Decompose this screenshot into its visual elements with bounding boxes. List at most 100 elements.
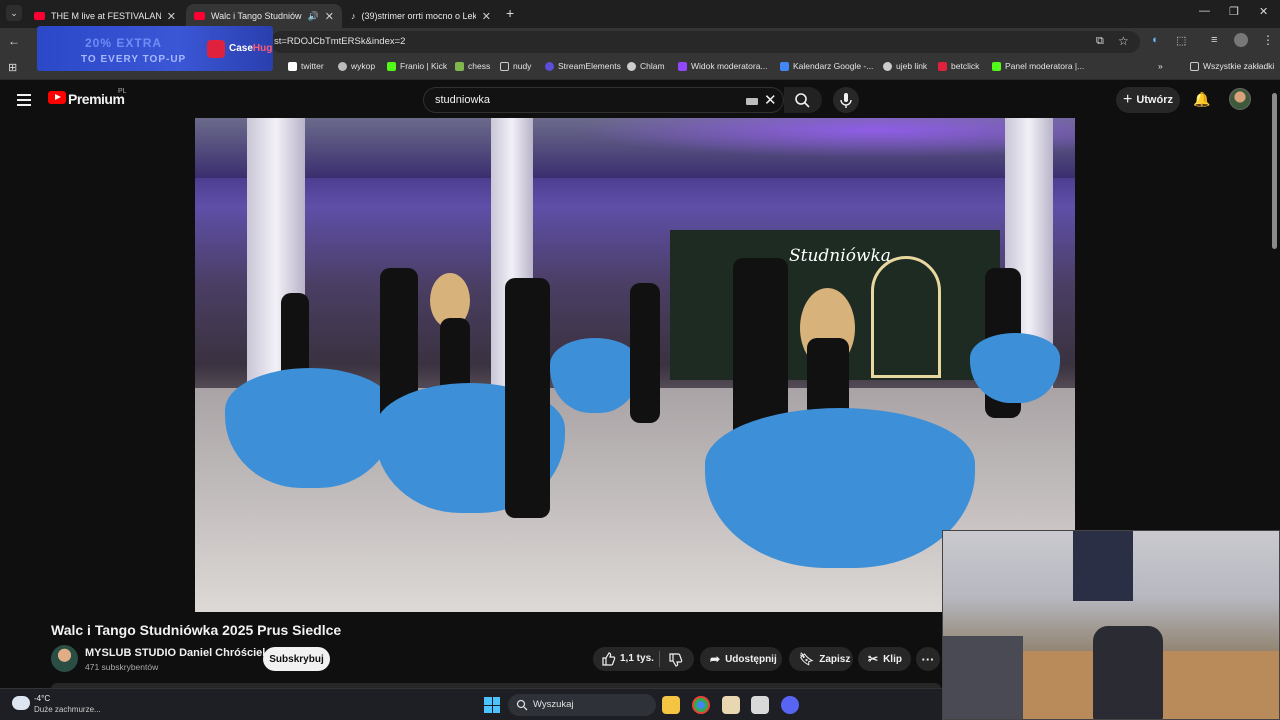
voice-search-button[interactable] xyxy=(833,87,859,113)
taskbar-search[interactable]: Wyszukaj xyxy=(508,694,656,716)
bookmarks-overflow-chevron-icon[interactable]: » xyxy=(1158,61,1163,71)
webcam-scene-desk xyxy=(943,636,1023,719)
apps-grid-icon[interactable]: ⊞ xyxy=(8,61,17,74)
like-count[interactable]: 1,1 tys. xyxy=(620,653,654,664)
bookmark-label: StreamElements xyxy=(558,61,621,71)
weather-cloud-icon[interactable] xyxy=(12,696,30,710)
install-app-icon[interactable]: ⧉ xyxy=(1096,35,1104,48)
profile-icon[interactable] xyxy=(1234,33,1248,47)
ad-subline: TO EVERY TOP-UP xyxy=(81,54,187,65)
tab-3[interactable]: ♪ (39)strimer orrti mocno o Leka ✕ xyxy=(343,4,499,28)
like-dislike-segment: 1,1 tys. xyxy=(593,647,694,671)
kick-icon xyxy=(387,61,396,71)
youtube-brand[interactable]: Premium xyxy=(68,91,125,107)
bookmark-kick-mod[interactable]: Panel moderatora |... xyxy=(992,61,1084,71)
tiktok-favicon-icon: ♪ xyxy=(351,11,356,21)
globe-icon xyxy=(627,61,636,71)
chrome-icon[interactable] xyxy=(692,696,710,714)
app-icon[interactable] xyxy=(751,696,769,714)
bookmark-kick[interactable]: Franio | Kick xyxy=(387,61,447,71)
back-arrow-icon[interactable]: ← xyxy=(8,34,20,48)
twitch-icon xyxy=(678,61,687,71)
audio-playing-icon[interactable]: 🔊 xyxy=(308,11,319,22)
scrollbar-thumb[interactable] xyxy=(1272,93,1277,249)
bookmark-label: ujeb link xyxy=(896,61,928,71)
x-logo-icon xyxy=(288,61,297,71)
bookmark-wykop[interactable]: wykop xyxy=(338,61,375,71)
weather-description[interactable]: Duże zachmurze... xyxy=(34,705,101,714)
bookmark-label: twitter xyxy=(301,61,324,71)
thumbs-up-icon[interactable] xyxy=(600,651,616,667)
clear-search-icon[interactable]: ✕ xyxy=(764,91,777,109)
search-box[interactable]: studniowka ✕ xyxy=(423,87,784,113)
windows-start-icon[interactable] xyxy=(484,697,500,713)
plus-icon: + xyxy=(1122,91,1133,108)
tab-close-icon[interactable]: ✕ xyxy=(167,10,176,23)
new-tab-plus-icon[interactable]: + xyxy=(506,5,514,21)
share-button[interactable]: ➦ Udostępnij xyxy=(700,647,782,671)
bookmark-label: Panel moderatora |... xyxy=(1005,61,1085,71)
bookmark-label: Widok moderatora... xyxy=(691,61,768,71)
playlist-icon[interactable]: ≡ xyxy=(1211,34,1217,46)
bookmark-chlam[interactable]: Chlam xyxy=(627,61,665,71)
channel-avatar[interactable] xyxy=(51,645,78,672)
youtube-logo-icon[interactable] xyxy=(48,91,66,104)
address-bar[interactable]: st=RDOJCbTmtERSk&index=2 ⧉ ☆ xyxy=(270,31,1140,53)
share-label: Udostępnij xyxy=(725,653,777,665)
puzzle-icon[interactable]: ⬚ xyxy=(1176,34,1186,47)
account-avatar[interactable] xyxy=(1229,88,1251,110)
casehug-logo-icon xyxy=(207,40,225,58)
bookmark-streamelements[interactable]: StreamElements xyxy=(545,61,621,71)
extension-icon[interactable]: ◖ xyxy=(1151,34,1158,46)
subscribe-button[interactable]: Subskrybuj xyxy=(263,647,330,671)
bookmark-ujeb-link[interactable]: ujeb link xyxy=(883,61,927,71)
microphone-icon xyxy=(840,93,852,108)
file-explorer-icon[interactable] xyxy=(662,696,680,714)
kebab-menu-icon[interactable]: ⋮ xyxy=(1262,33,1274,47)
region-code: PL xyxy=(118,88,127,95)
close-window-icon[interactable]: ✕ xyxy=(1259,5,1268,18)
bookmark-label: wykop xyxy=(351,61,376,71)
notifications-bell-icon[interactable]: 🔔 xyxy=(1193,91,1210,108)
thumbs-down-icon[interactable] xyxy=(667,652,683,668)
search-input[interactable]: studniowka xyxy=(435,94,490,106)
weather-temperature[interactable]: -4°C xyxy=(34,694,50,703)
taskbar-search-label: Wyszukaj xyxy=(533,699,574,710)
create-button[interactable]: + Utwórz xyxy=(1116,87,1180,113)
minimize-icon[interactable]: — xyxy=(1199,5,1210,17)
hamburger-menu-icon[interactable] xyxy=(17,94,31,109)
video-scene-sign: Studniówka xyxy=(789,246,891,266)
video-scene-lights xyxy=(575,118,1075,158)
bookmark-folder-nudy[interactable]: nudy xyxy=(500,61,531,71)
bookmark-google-calendar[interactable]: Kalendarz Google -... xyxy=(780,61,873,71)
tab-close-icon[interactable]: ✕ xyxy=(482,10,491,23)
ad-brand: CaseHug xyxy=(229,43,272,54)
bookmark-twitch-mod[interactable]: Widok moderatora... xyxy=(678,61,768,71)
bookmark-label: nudy xyxy=(513,61,532,71)
tab-1[interactable]: THE M live at FESTIVALAND 20 ✕ xyxy=(26,4,184,28)
tab-2-active[interactable]: Walc i Tango Studniówka 20 🔊 ✕ xyxy=(186,4,342,28)
save-button[interactable]: 🔖︎ Zapisz xyxy=(789,647,853,671)
globe-icon xyxy=(883,61,892,71)
casehug-ad-banner[interactable]: 20% EXTRA TO EVERY TOP-UP CaseHug xyxy=(37,26,273,71)
restore-icon[interactable]: ❐ xyxy=(1229,5,1239,18)
bookmark-star-icon[interactable]: ☆ xyxy=(1118,34,1129,48)
more-actions-icon[interactable]: ··· xyxy=(916,647,940,671)
bookmark-label: Kalendarz Google -... xyxy=(793,61,874,71)
webcam-scene-door xyxy=(1073,531,1133,601)
clip-button[interactable]: ✂ Klip xyxy=(858,647,911,671)
channel-name[interactable]: MYSLUB STUDIO Daniel Chróściel xyxy=(85,647,265,659)
app-icon[interactable] xyxy=(722,696,740,714)
bookmark-twitter[interactable]: twitter xyxy=(288,61,324,71)
keyboard-icon[interactable] xyxy=(746,98,758,105)
tab-close-icon[interactable]: ✕ xyxy=(325,10,334,23)
tab-title: (39)strimer orrti mocno o Leka xyxy=(361,11,476,21)
share-arrow-icon: ➦ xyxy=(710,652,721,666)
all-bookmarks[interactable]: Wszystkie zakładki xyxy=(1190,61,1274,71)
discord-icon[interactable] xyxy=(781,696,799,714)
bookmark-chess[interactable]: chess xyxy=(455,61,490,71)
wykop-icon xyxy=(338,61,347,71)
bookmark-betclick[interactable]: betclick xyxy=(938,61,979,71)
tab-search-chevron-down-icon[interactable]: ⌄ xyxy=(6,5,22,21)
search-button[interactable] xyxy=(784,87,822,113)
